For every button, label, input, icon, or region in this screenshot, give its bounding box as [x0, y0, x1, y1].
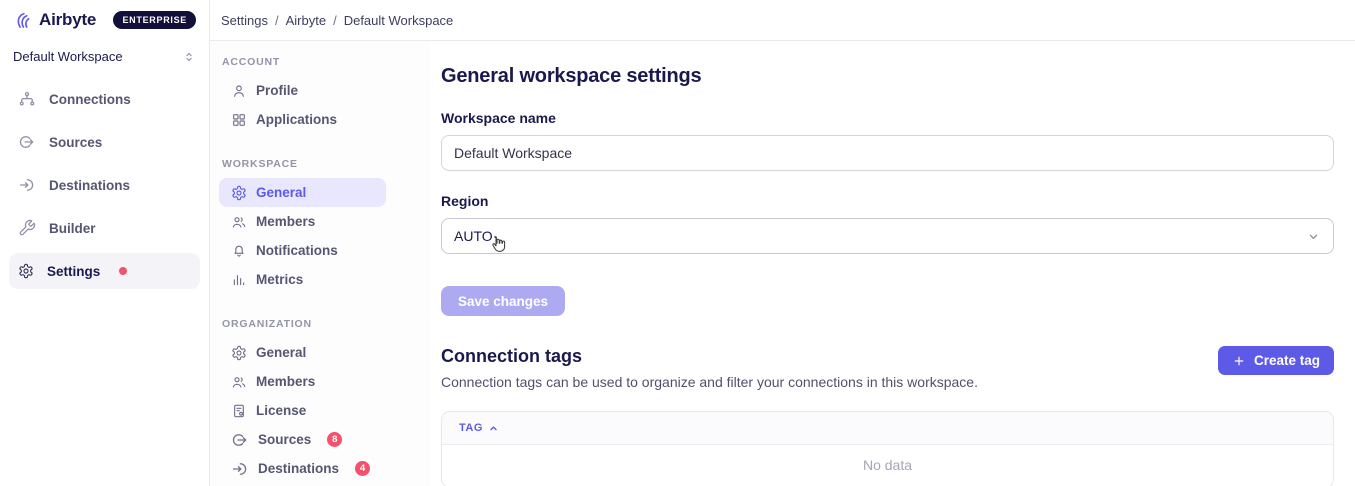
- settings-nav-item-organization-license[interactable]: License: [219, 396, 386, 425]
- settings-nav-item-workspace-notifications[interactable]: Notifications: [219, 236, 386, 265]
- settings-nav-item-organization-members[interactable]: Members: [219, 367, 386, 396]
- user-icon: [231, 83, 247, 99]
- create-tag-button[interactable]: Create tag: [1218, 346, 1334, 375]
- settings-nav-section-organization: ORGANIZATION General Members License Sources…: [219, 318, 386, 483]
- settings-nav-item-label: Members: [256, 374, 315, 389]
- sidebar-item-label: Destinations: [49, 178, 130, 193]
- settings-nav: ACCOUNT Profile Applications WORKSPACE Gener…: [210, 41, 430, 486]
- settings-nav-item-label: Profile: [256, 83, 298, 98]
- workspace-name-label: Workspace name: [441, 110, 1334, 126]
- sidebar-item-settings[interactable]: Settings: [9, 253, 200, 289]
- chevron-updown-icon: [182, 50, 196, 64]
- settings-nav-section-title: WORKSPACE: [222, 158, 386, 170]
- settings-nav-item-account-applications[interactable]: Applications: [219, 105, 386, 134]
- tag-column-header[interactable]: TAG: [459, 422, 483, 434]
- save-changes-button[interactable]: Save changes: [441, 286, 565, 316]
- settings-nav-item-label: Members: [256, 214, 315, 229]
- connection-tags-description: Connection tags can be used to organize …: [441, 374, 978, 390]
- main-sidebar: Airbyte ENTERPRISE Default Workspace Con…: [0, 0, 210, 486]
- sidebar-item-label: Connections: [49, 92, 131, 107]
- sidebar-item-connections[interactable]: Connections: [9, 81, 200, 117]
- settings-nav-item-organization-sources[interactable]: Sources 8: [219, 425, 386, 454]
- count-badge: 8: [327, 432, 342, 447]
- breadcrumb-separator: /: [333, 13, 337, 28]
- plus-icon: [1232, 354, 1246, 368]
- settings-nav-item-organization-destinations[interactable]: Destinations 4: [219, 454, 386, 483]
- settings-nav-item-label: Notifications: [256, 243, 338, 258]
- settings-nav-item-label: License: [256, 403, 306, 418]
- region-select[interactable]: AUTO: [441, 218, 1334, 254]
- breadcrumb-item-settings[interactable]: Settings: [221, 13, 268, 28]
- grid-icon: [231, 112, 247, 128]
- count-badge: 4: [355, 461, 370, 476]
- gear-icon: [18, 263, 34, 279]
- settings-nav-section-title: ORGANIZATION: [222, 318, 386, 330]
- settings-nav-item-workspace-general[interactable]: General: [219, 178, 386, 207]
- settings-nav-item-label: Destinations: [258, 461, 339, 476]
- connection-tags-header: Connection tags Connection tags can be u…: [441, 346, 1334, 390]
- settings-nav-item-workspace-members[interactable]: Members: [219, 207, 386, 236]
- main-content: General workspace settings Workspace nam…: [430, 41, 1355, 486]
- airbyte-workspace-settings-page: Airbyte ENTERPRISE Default Workspace Con…: [0, 0, 1355, 486]
- chevron-down-icon: [1306, 229, 1321, 244]
- sidebar-item-sources[interactable]: Sources: [9, 124, 200, 160]
- breadcrumb-item-airbyte[interactable]: Airbyte: [286, 13, 326, 28]
- settings-nav-section-workspace: WORKSPACE General Members Notifications Metr…: [219, 158, 386, 294]
- sidebar-item-label: Settings: [47, 264, 100, 279]
- settings-nav-item-workspace-metrics[interactable]: Metrics: [219, 265, 386, 294]
- settings-nav-item-label: Metrics: [256, 272, 303, 287]
- settings-nav-item-label: Sources: [258, 432, 311, 447]
- breadcrumb: Settings / Airbyte / Default Workspace: [221, 13, 453, 28]
- bell-icon: [231, 243, 247, 259]
- workspace-selector[interactable]: Default Workspace: [0, 40, 209, 73]
- builder-icon: [18, 219, 36, 237]
- license-icon: [231, 403, 247, 419]
- logo-row: Airbyte ENTERPRISE: [0, 0, 209, 40]
- gear-icon: [231, 185, 247, 201]
- workspace-name-input[interactable]: [441, 135, 1334, 171]
- settings-nav-section-title: ACCOUNT: [222, 56, 386, 68]
- region-label: Region: [441, 193, 1334, 209]
- tags-empty-state: No data: [442, 445, 1333, 486]
- settings-nav-item-label: General: [256, 345, 306, 360]
- gear-icon: [231, 345, 247, 361]
- breadcrumb-item-default-workspace[interactable]: Default Workspace: [344, 13, 454, 28]
- tags-table-header: TAG: [442, 412, 1333, 445]
- sidebar-nav: Connections Sources Destinations Builder Set…: [0, 73, 209, 289]
- users-icon: [231, 214, 247, 230]
- sidebar-item-label: Builder: [49, 221, 96, 236]
- settings-nav-section-account: ACCOUNT Profile Applications: [219, 56, 386, 134]
- settings-nav-item-organization-general[interactable]: General: [219, 338, 386, 367]
- brand-name: Airbyte: [39, 10, 96, 30]
- destinations-icon: [231, 460, 249, 478]
- create-tag-label: Create tag: [1254, 353, 1320, 368]
- connection-tags-title: Connection tags: [441, 346, 978, 367]
- airbyte-logo-icon: [13, 10, 33, 30]
- settings-nav-item-label: Applications: [256, 112, 337, 127]
- enterprise-badge: ENTERPRISE: [113, 11, 196, 29]
- workspace-selector-label: Default Workspace: [13, 49, 123, 64]
- destinations-icon: [18, 176, 36, 194]
- breadcrumb-separator: /: [275, 13, 279, 28]
- page-title: General workspace settings: [441, 65, 1334, 88]
- region-field: Region AUTO: [441, 193, 1334, 254]
- notification-dot: [119, 267, 127, 275]
- settings-nav-item-label: General: [256, 185, 306, 200]
- connection-tags-text: Connection tags Connection tags can be u…: [441, 346, 978, 390]
- sidebar-item-label: Sources: [49, 135, 102, 150]
- sources-icon: [231, 431, 249, 449]
- workspace-name-field: Workspace name: [441, 110, 1334, 171]
- sort-ascending-icon[interactable]: [488, 423, 499, 434]
- sources-icon: [18, 133, 36, 151]
- users-icon: [231, 374, 247, 390]
- sidebar-item-builder[interactable]: Builder: [9, 210, 200, 246]
- sidebar-item-destinations[interactable]: Destinations: [9, 167, 200, 203]
- region-select-value: AUTO: [454, 228, 493, 244]
- settings-nav-item-account-profile[interactable]: Profile: [219, 76, 386, 105]
- breadcrumb-bar: Settings / Airbyte / Default Workspace: [210, 0, 1355, 41]
- connections-icon: [18, 90, 36, 108]
- tags-table: TAG No data: [441, 411, 1334, 486]
- bar-chart-icon: [231, 272, 247, 288]
